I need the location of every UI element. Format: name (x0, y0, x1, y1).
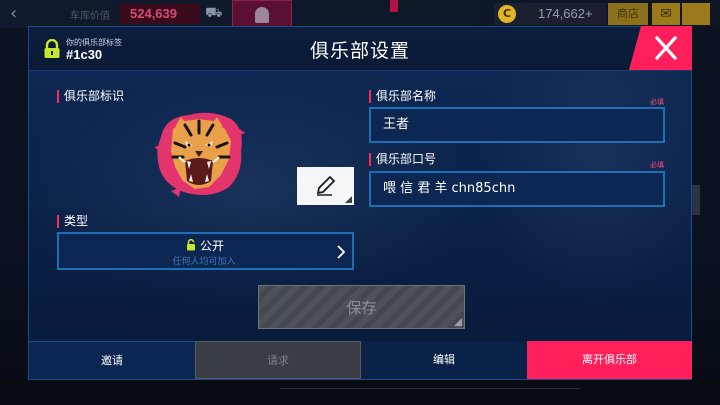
open-lock-icon (187, 239, 195, 251)
tab-requests[interactable]: 请求 (195, 341, 361, 379)
club-motto-label: 俱乐部口号 (369, 153, 436, 166)
dialog-title: 俱乐部设置 (309, 40, 410, 62)
club-type-description: 任何人均可加入 (172, 257, 236, 267)
garage-value-box: 524,639 (120, 4, 200, 24)
club-type-label: 类型 (57, 215, 88, 228)
tiger-head-icon (155, 112, 245, 197)
background-divider (280, 388, 580, 400)
club-name-input[interactable]: 王者 (369, 107, 665, 143)
edit-emblem-button[interactable] (297, 167, 354, 205)
corner-marker (345, 196, 352, 203)
player-avatar[interactable] (232, 0, 292, 28)
notification-badge (390, 0, 398, 12)
car-icon[interactable]: ⛟ (205, 5, 225, 21)
coin-amount: 174,662+ (538, 6, 593, 21)
coin-counter[interactable]: C 174,662+ (494, 3, 606, 25)
background-hud: ‹ 车库价值 524,639 ⛟ C 174,662+ 商店 ✉ (0, 0, 720, 28)
mail-icon[interactable]: ✉ (652, 3, 680, 25)
club-name-label: 俱乐部名称 (369, 90, 436, 103)
menu-button[interactable] (682, 3, 710, 25)
close-button[interactable] (629, 26, 692, 70)
game-screen: ‹ 车库价值 524,639 ⛟ C 174,662+ 商店 ✉ 你的俱乐部标签… (0, 0, 720, 405)
club-type-selector[interactable]: 公开 任何人均可加入 (57, 232, 354, 270)
chevron-right-icon (337, 245, 346, 259)
garage-value-amount: 524,639 (130, 6, 177, 21)
club-tab-bar: 邀请 请求 编辑 离开俱乐部 (29, 341, 692, 379)
save-button-label: 保存 (346, 299, 377, 317)
background-scroll-handle (692, 185, 700, 215)
garage-value-label: 车库价值 (70, 11, 110, 22)
shop-button[interactable]: 商店 (608, 3, 648, 25)
club-motto-input[interactable]: 喂 信 君 羊 chn85chn (369, 171, 665, 207)
club-settings-dialog: 你的俱乐部标签 #1c30 俱乐部设置 俱乐部标识 俱乐部名称 必填 王者 俱乐… (28, 26, 692, 380)
save-button[interactable]: 保存 (258, 285, 465, 329)
tab-edit[interactable]: 编辑 (361, 341, 527, 379)
emblem-label: 俱乐部标识 (57, 90, 124, 103)
club-name-required: 必填 (650, 98, 664, 106)
coin-icon: C (498, 5, 516, 23)
club-type-value: 公开 (200, 239, 225, 253)
back-arrow-icon[interactable]: ‹ (10, 4, 32, 24)
club-motto-required: 必填 (650, 161, 664, 169)
tab-invite[interactable]: 邀请 (29, 341, 195, 379)
dialog-header: 你的俱乐部标签 #1c30 俱乐部设置 (29, 26, 692, 71)
corner-marker (454, 318, 462, 326)
leave-club-button[interactable]: 离开俱乐部 (527, 341, 692, 379)
close-icon (629, 26, 692, 70)
